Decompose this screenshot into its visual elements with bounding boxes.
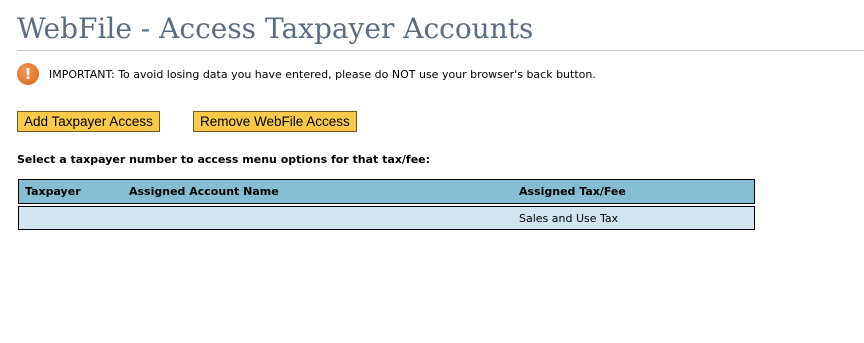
header-tax-fee: Assigned Tax/Fee [519, 185, 626, 198]
header-account-name: Assigned Account Name [129, 185, 279, 198]
table-instruction: Select a taxpayer number to access menu … [17, 153, 431, 166]
remove-webfile-access-button[interactable]: Remove WebFile Access [193, 111, 357, 132]
important-notice: ! IMPORTANT: To avoid losing data you ha… [17, 62, 596, 86]
table-row[interactable]: Sales and Use Tax [18, 206, 755, 230]
header-taxpayer: Taxpayer [25, 185, 81, 198]
title-divider [17, 50, 864, 51]
tax-fee-cell: Sales and Use Tax [519, 211, 619, 225]
add-taxpayer-access-button[interactable]: Add Taxpayer Access [17, 111, 160, 132]
warning-icon: ! [17, 63, 39, 85]
notice-text: IMPORTANT: To avoid losing data you have… [49, 67, 596, 81]
table-header-row: Taxpayer Assigned Account Name Assigned … [18, 179, 755, 204]
page-title: WebFile - Access Taxpayer Accounts [17, 12, 534, 45]
